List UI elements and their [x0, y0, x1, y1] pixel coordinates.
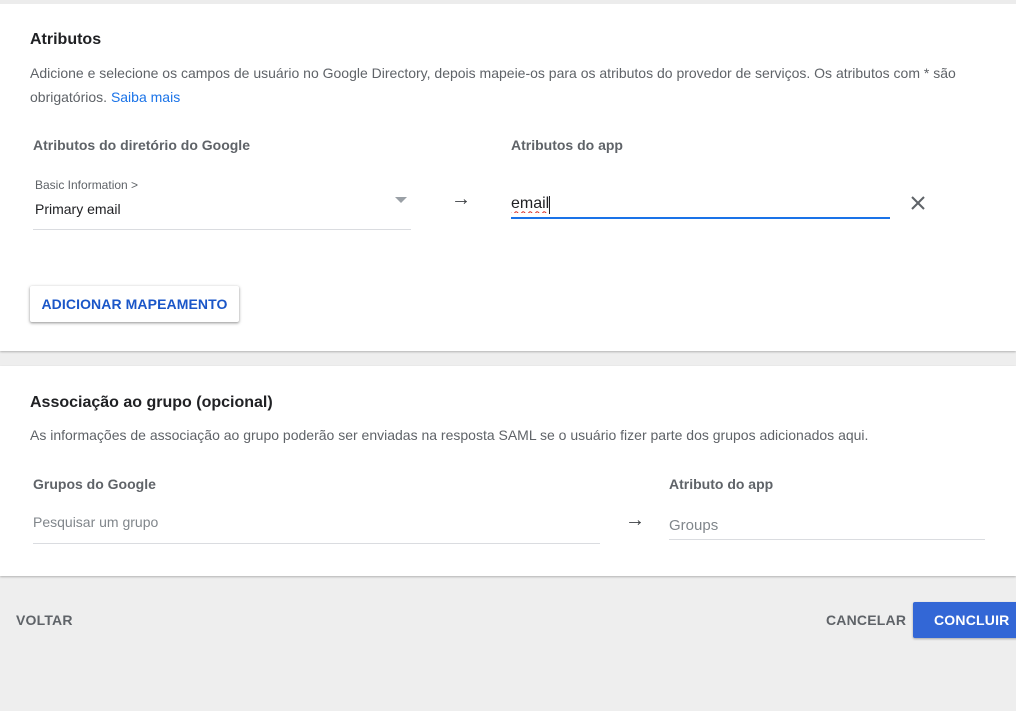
- group-search-input[interactable]: [33, 509, 600, 544]
- arrow-right-icon: →: [451, 188, 471, 210]
- back-button[interactable]: VOLTAR: [16, 612, 73, 628]
- app-attribute-label: Atributo do app: [669, 476, 774, 492]
- directory-attribute-select[interactable]: Basic Information > Primary email: [33, 172, 411, 230]
- group-association-description: As informações de associação ao grupo po…: [30, 427, 869, 443]
- select-category-label: Basic Information >: [35, 178, 139, 192]
- group-association-card: Associação ao grupo (opcional) As inform…: [0, 366, 1016, 576]
- groups-attribute-input[interactable]: [669, 511, 985, 540]
- cancel-button[interactable]: CANCELAR: [826, 612, 906, 628]
- select-value: Primary email: [35, 201, 121, 217]
- attributes-title: Atributos: [30, 31, 102, 48]
- google-groups-label: Grupos do Google: [33, 476, 156, 492]
- app-attributes-label: Atributos do app: [511, 137, 623, 153]
- app-attribute-input[interactable]: [511, 190, 890, 219]
- chevron-down-icon[interactable]: [395, 197, 407, 203]
- arrow-right-icon: →: [625, 509, 645, 531]
- saml-app-attribute-mapping-page: Atributos Adicione e selecione os campos…: [0, 0, 1016, 711]
- directory-attributes-label: Atributos do diretório do Google: [33, 137, 250, 153]
- text-cursor: [549, 196, 550, 214]
- close-icon[interactable]: [905, 190, 931, 216]
- attributes-card: Atributos Adicione e selecione os campos…: [0, 0, 1016, 351]
- finish-button[interactable]: CONCLUIR: [913, 602, 1016, 638]
- attributes-description: Adicione e selecione os campos de usuári…: [30, 61, 990, 109]
- add-mapping-button[interactable]: ADICIONAR MAPEAMENTO: [30, 286, 239, 322]
- group-association-title: Associação ao grupo (opcional): [30, 394, 273, 411]
- learn-more-link[interactable]: Saiba mais: [111, 89, 180, 105]
